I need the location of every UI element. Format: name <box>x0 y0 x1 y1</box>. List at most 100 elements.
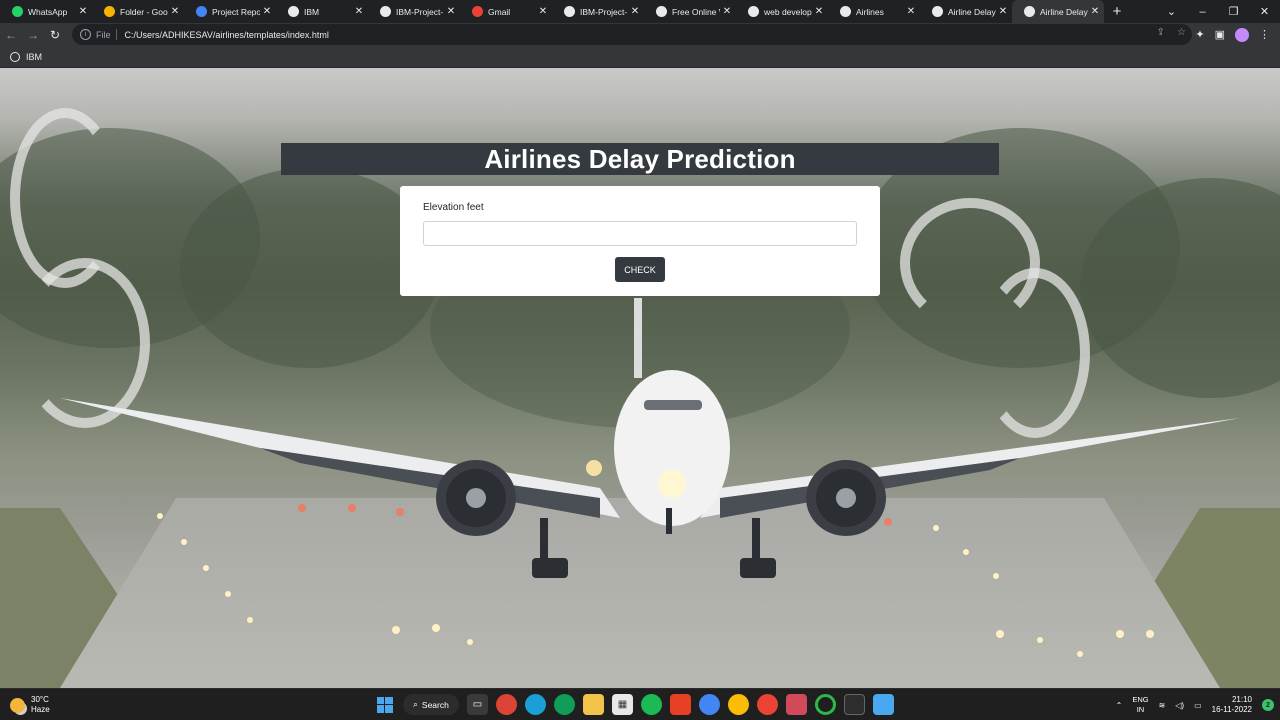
globe-icon <box>1024 6 1035 17</box>
forward-button[interactable]: → <box>22 24 44 46</box>
spotify-icon[interactable] <box>641 694 662 715</box>
edge-icon[interactable] <box>525 694 546 715</box>
chevron-up-icon[interactable]: ⌃ <box>1116 701 1123 710</box>
close-window-button[interactable]: ✕ <box>1249 0 1280 23</box>
tab-title: Airlines <box>856 6 884 17</box>
browser-tab[interactable]: web develope ✕ <box>736 0 828 23</box>
close-tab-icon[interactable]: ✕ <box>536 6 550 17</box>
tab-title: Gmail <box>488 6 511 17</box>
bookmark-ibm[interactable]: IBM <box>26 52 42 62</box>
extensions-icon[interactable]: ✦ <box>1195 28 1204 41</box>
taskbar-search-button[interactable]: ⌕ Search <box>403 694 459 715</box>
clock[interactable]: 21:10 16-11-2022 <box>1212 695 1252 715</box>
tab-title: Free Online V <box>672 6 720 17</box>
restore-button[interactable]: ❐ <box>1218 0 1249 23</box>
chrome-profile-2-icon[interactable] <box>699 694 720 715</box>
microsoft-store-icon[interactable]: ▦ <box>612 694 633 715</box>
office-icon[interactable] <box>670 694 691 715</box>
menu-icon[interactable]: ⋮ <box>1259 28 1270 41</box>
chrome-active-icon[interactable] <box>728 694 749 715</box>
elevation-label: Elevation feet <box>423 202 484 213</box>
browser-tab[interactable]: Folder - Goog ✕ <box>92 0 184 23</box>
close-tab-icon[interactable]: ✕ <box>260 6 274 17</box>
weather-temperature: 30°C <box>31 695 49 704</box>
close-tab-icon[interactable]: ✕ <box>168 6 182 17</box>
weather-icon <box>10 697 25 713</box>
browser-tab[interactable]: Project Repor ✕ <box>184 0 276 23</box>
circle-app-icon[interactable] <box>815 694 836 715</box>
window-controls: ⌄ – ❐ ✕ <box>1156 0 1280 23</box>
address-bar[interactable]: i File C:/Users/ADHIKESAV/airlines/templ… <box>72 24 1192 45</box>
browser-tab[interactable]: Gmail ✕ <box>460 0 552 23</box>
github-icon <box>380 6 391 17</box>
side-panel-icon[interactable]: ▣ <box>1215 28 1225 41</box>
browser-tab[interactable]: Free Online V ✕ <box>644 0 736 23</box>
browser-tab[interactable]: Airline Delay ✕ <box>920 0 1012 23</box>
close-tab-icon[interactable]: ✕ <box>1088 6 1102 17</box>
browser-tab[interactable]: Airlines ✕ <box>828 0 920 23</box>
toolbar-right-actions: ✦ ▣ ⋮ <box>1195 23 1276 46</box>
wifi-icon[interactable]: ≋ <box>1159 701 1166 710</box>
address-url[interactable]: C:/Users/ADHIKESAV/airlines/templates/in… <box>125 30 329 40</box>
whatsapp-icon <box>12 6 23 17</box>
bookmark-star-icon[interactable]: ☆ <box>1177 27 1186 38</box>
close-tab-icon[interactable]: ✕ <box>996 6 1010 17</box>
new-tab-button[interactable]: + <box>1104 0 1130 23</box>
globe-icon <box>10 51 20 62</box>
share-icon[interactable]: ⇪ <box>1157 27 1165 38</box>
language-indicator[interactable]: ENG IN <box>1132 695 1148 715</box>
chrome-icon[interactable] <box>496 694 517 715</box>
chrome-profile-icon[interactable] <box>554 694 575 715</box>
close-tab-icon[interactable]: ✕ <box>720 6 734 17</box>
reload-button[interactable]: ↻ <box>44 24 66 46</box>
close-tab-icon[interactable]: ✕ <box>628 6 642 17</box>
page-viewport: Airlines Delay Prediction Elevation feet… <box>0 68 1280 688</box>
close-tab-icon[interactable]: ✕ <box>904 6 918 17</box>
close-tab-icon[interactable]: ✕ <box>352 6 366 17</box>
site-info-icon[interactable]: i <box>80 29 91 40</box>
chrome-profile-3-icon[interactable] <box>757 694 778 715</box>
globe-icon <box>840 6 851 17</box>
browser-tab[interactable]: IBM-Project- ✕ <box>368 0 460 23</box>
weather-widget[interactable]: 30°C Haze <box>10 695 50 715</box>
back-button[interactable]: ← <box>0 24 22 46</box>
tab-title: Project Repor <box>212 6 260 17</box>
check-button[interactable]: CHECK <box>615 257 665 282</box>
tab-title: Airline Delay <box>1040 6 1088 17</box>
clock-date: 16-11-2022 <box>1211 705 1252 714</box>
tab-title: WhatsApp <box>28 6 68 17</box>
file-explorer-icon[interactable] <box>583 694 604 715</box>
address-separator <box>115 29 117 40</box>
close-tab-icon[interactable]: ✕ <box>444 6 458 17</box>
address-scheme-label: File <box>96 29 111 40</box>
browser-tab[interactable]: IBM ✕ <box>276 0 368 23</box>
google-docs-icon <box>196 6 207 17</box>
close-tab-icon[interactable]: ✕ <box>76 6 90 17</box>
tab-title: IBM-Project- <box>396 6 444 17</box>
tab-title: Folder - Goog <box>120 6 168 17</box>
elevation-input[interactable] <box>423 221 857 246</box>
v-icon <box>656 6 667 17</box>
profile-avatar[interactable] <box>1235 27 1249 42</box>
prediction-form: Elevation feet CHECK <box>400 186 880 296</box>
start-button[interactable] <box>374 694 395 715</box>
minimize-button[interactable]: – <box>1187 0 1218 23</box>
task-view-icon[interactable]: ▭ <box>467 694 488 715</box>
windows-logo-icon <box>376 696 393 713</box>
tab-title: web develope <box>764 6 812 17</box>
terminal-icon[interactable] <box>844 694 865 715</box>
browser-tab[interactable]: IBM-Project- ✕ <box>552 0 644 23</box>
browser-tab[interactable]: Airline Delay ✕ <box>1012 0 1104 23</box>
calculator-app-icon[interactable] <box>786 694 807 715</box>
search-icon: ⌕ <box>413 699 418 709</box>
battery-icon[interactable]: ▭ <box>1194 701 1202 710</box>
language-code: ENG <box>1132 695 1149 704</box>
close-tab-icon[interactable]: ✕ <box>812 6 826 17</box>
notification-badge[interactable]: 2 <box>1262 699 1274 711</box>
clock-time: 21:10 <box>1231 695 1252 704</box>
notepad-icon[interactable] <box>873 694 894 715</box>
browser-tab[interactable]: WhatsApp ✕ <box>0 0 92 23</box>
globe-icon <box>932 6 943 17</box>
tab-search-icon[interactable]: ⌄ <box>1156 0 1187 23</box>
volume-icon[interactable]: ◁) <box>1175 701 1184 710</box>
